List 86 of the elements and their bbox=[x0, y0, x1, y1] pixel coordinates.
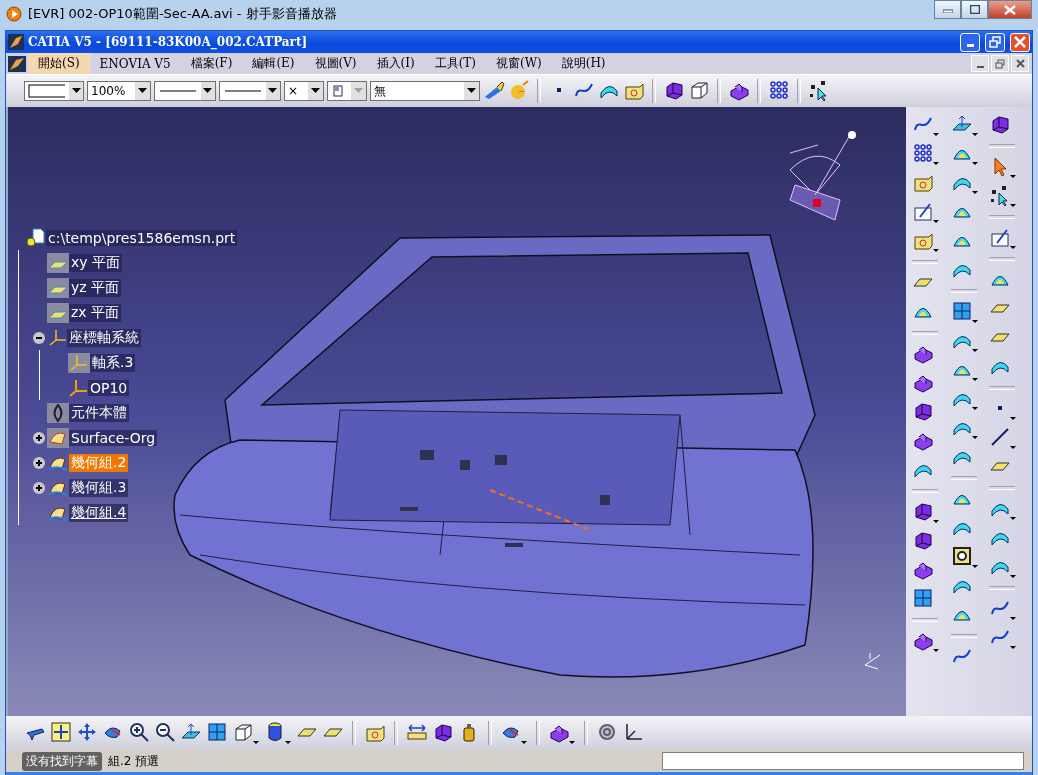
plane-icon bbox=[47, 302, 69, 323]
expand-toggle[interactable] bbox=[33, 481, 45, 494]
menu-item[interactable]: 檔案(F) bbox=[180, 53, 243, 74]
minimize-icon bbox=[976, 65, 984, 68]
cube-icon[interactable] bbox=[663, 79, 685, 103]
toolbar-dropdown[interactable]: 無 bbox=[370, 81, 480, 101]
restore-button[interactable] bbox=[985, 32, 1005, 52]
menu-item[interactable]: 編輯(E) bbox=[242, 53, 305, 74]
body-icon bbox=[47, 402, 69, 423]
expand-toggle[interactable] bbox=[33, 431, 45, 444]
minus-icon bbox=[36, 334, 42, 341]
menu-item[interactable]: 開始(S) bbox=[28, 53, 90, 74]
tree-item[interactable]: 幾何組.3 bbox=[69, 478, 129, 497]
toolbar-dropdown[interactable] bbox=[219, 81, 281, 101]
play-icon bbox=[6, 5, 22, 22]
tree-item[interactable]: 元件本體 bbox=[69, 403, 129, 422]
restore-button[interactable] bbox=[991, 55, 1009, 72]
menu-item[interactable]: ENOVIA V5 bbox=[89, 53, 181, 74]
toolbar-dropdown[interactable] bbox=[24, 81, 84, 101]
subtitle-toast: 没有找到字幕 bbox=[22, 751, 102, 771]
tree-item[interactable]: yz 平面 bbox=[69, 278, 122, 297]
app-logo-icon bbox=[8, 55, 26, 72]
expand-toggle[interactable] bbox=[33, 456, 45, 469]
command-field[interactable] bbox=[662, 752, 1024, 770]
minimize-button[interactable] bbox=[934, 0, 961, 19]
axis-system-icon bbox=[47, 327, 67, 348]
toolbar-dropdown[interactable]: × bbox=[284, 81, 324, 101]
close-icon bbox=[1014, 36, 1026, 48]
cube-icon[interactable] bbox=[912, 400, 934, 424]
tree-item[interactable]: 座標軸系統 bbox=[67, 328, 141, 347]
tree-item[interactable]: OP10 bbox=[88, 379, 130, 396]
restore-icon bbox=[989, 36, 1001, 48]
window-title: [EVR] 002-OP10範圍-Sec-AA.avi - 射手影音播放器 bbox=[28, 4, 338, 23]
geometric-set-icon bbox=[47, 427, 69, 448]
cube-icon[interactable] bbox=[912, 529, 934, 553]
menu-item[interactable]: 插入(I) bbox=[366, 53, 425, 74]
ring-icon[interactable] bbox=[950, 545, 979, 569]
axis-system-icon bbox=[68, 352, 90, 373]
tree-item[interactable]: 幾何組.4 bbox=[69, 503, 129, 522]
restore-icon bbox=[995, 58, 1005, 69]
toolbar-dropdown[interactable] bbox=[154, 81, 216, 101]
cube-icon[interactable] bbox=[912, 500, 940, 524]
close-button[interactable] bbox=[988, 0, 1032, 19]
plus-icon bbox=[36, 459, 42, 466]
maximize-icon bbox=[969, 5, 980, 14]
line-icon[interactable] bbox=[989, 426, 1018, 450]
tree-item[interactable]: Surface-Org bbox=[69, 429, 158, 446]
toolbar-dropdown[interactable]: 100% bbox=[87, 81, 151, 101]
color-swatch bbox=[28, 84, 66, 98]
combo-value: × bbox=[288, 84, 299, 98]
tree-item[interactable]: zx 平面 bbox=[69, 303, 122, 322]
maximize-button[interactable] bbox=[961, 0, 988, 19]
view-grid-icon[interactable] bbox=[950, 300, 979, 324]
combo-value: 無 bbox=[374, 82, 387, 100]
wireframe-cube-icon[interactable] bbox=[232, 721, 260, 745]
minimize-icon bbox=[942, 6, 953, 13]
menu-item[interactable]: 視窗(W) bbox=[486, 53, 552, 74]
axis-icon bbox=[864, 652, 881, 670]
close-icon bbox=[1004, 4, 1016, 15]
menu-item[interactable]: 視圖(V) bbox=[304, 53, 367, 74]
tree-item[interactable]: xy 平面 bbox=[69, 253, 123, 272]
compass-icon bbox=[789, 131, 856, 221]
plus-icon bbox=[36, 484, 42, 491]
close-icon bbox=[1015, 59, 1025, 68]
cube-icon[interactable] bbox=[432, 721, 454, 745]
app-logo-icon bbox=[8, 34, 24, 50]
dot-grid-icon[interactable] bbox=[912, 142, 940, 166]
select-icon[interactable] bbox=[989, 184, 1018, 208]
menu-item[interactable]: 工具(T) bbox=[424, 53, 486, 74]
combo-value: 100% bbox=[91, 84, 126, 98]
plane-icon bbox=[47, 277, 69, 298]
tree-item[interactable]: 軸系.3 bbox=[90, 353, 136, 372]
fit-all-icon[interactable] bbox=[50, 721, 72, 745]
menu-item[interactable]: 說明(H) bbox=[551, 53, 616, 74]
tree-item[interactable]: c:\temp\pres1586emsn.prt bbox=[46, 229, 238, 246]
axis-system-icon bbox=[68, 377, 88, 398]
toolbar-dropdown[interactable] bbox=[327, 81, 367, 101]
window-title: CATIA V5 - [69111-83K00A_002.CATPart] bbox=[28, 35, 309, 49]
expand-toggle[interactable] bbox=[33, 331, 45, 344]
minimize-icon bbox=[966, 44, 974, 47]
part-icon bbox=[26, 227, 46, 248]
plus-icon bbox=[36, 434, 42, 441]
normal-view-icon[interactable] bbox=[950, 113, 979, 137]
cube-icon[interactable] bbox=[989, 113, 1012, 137]
status-text: 組.2 預選 bbox=[107, 752, 160, 770]
plane-icon bbox=[47, 252, 69, 273]
